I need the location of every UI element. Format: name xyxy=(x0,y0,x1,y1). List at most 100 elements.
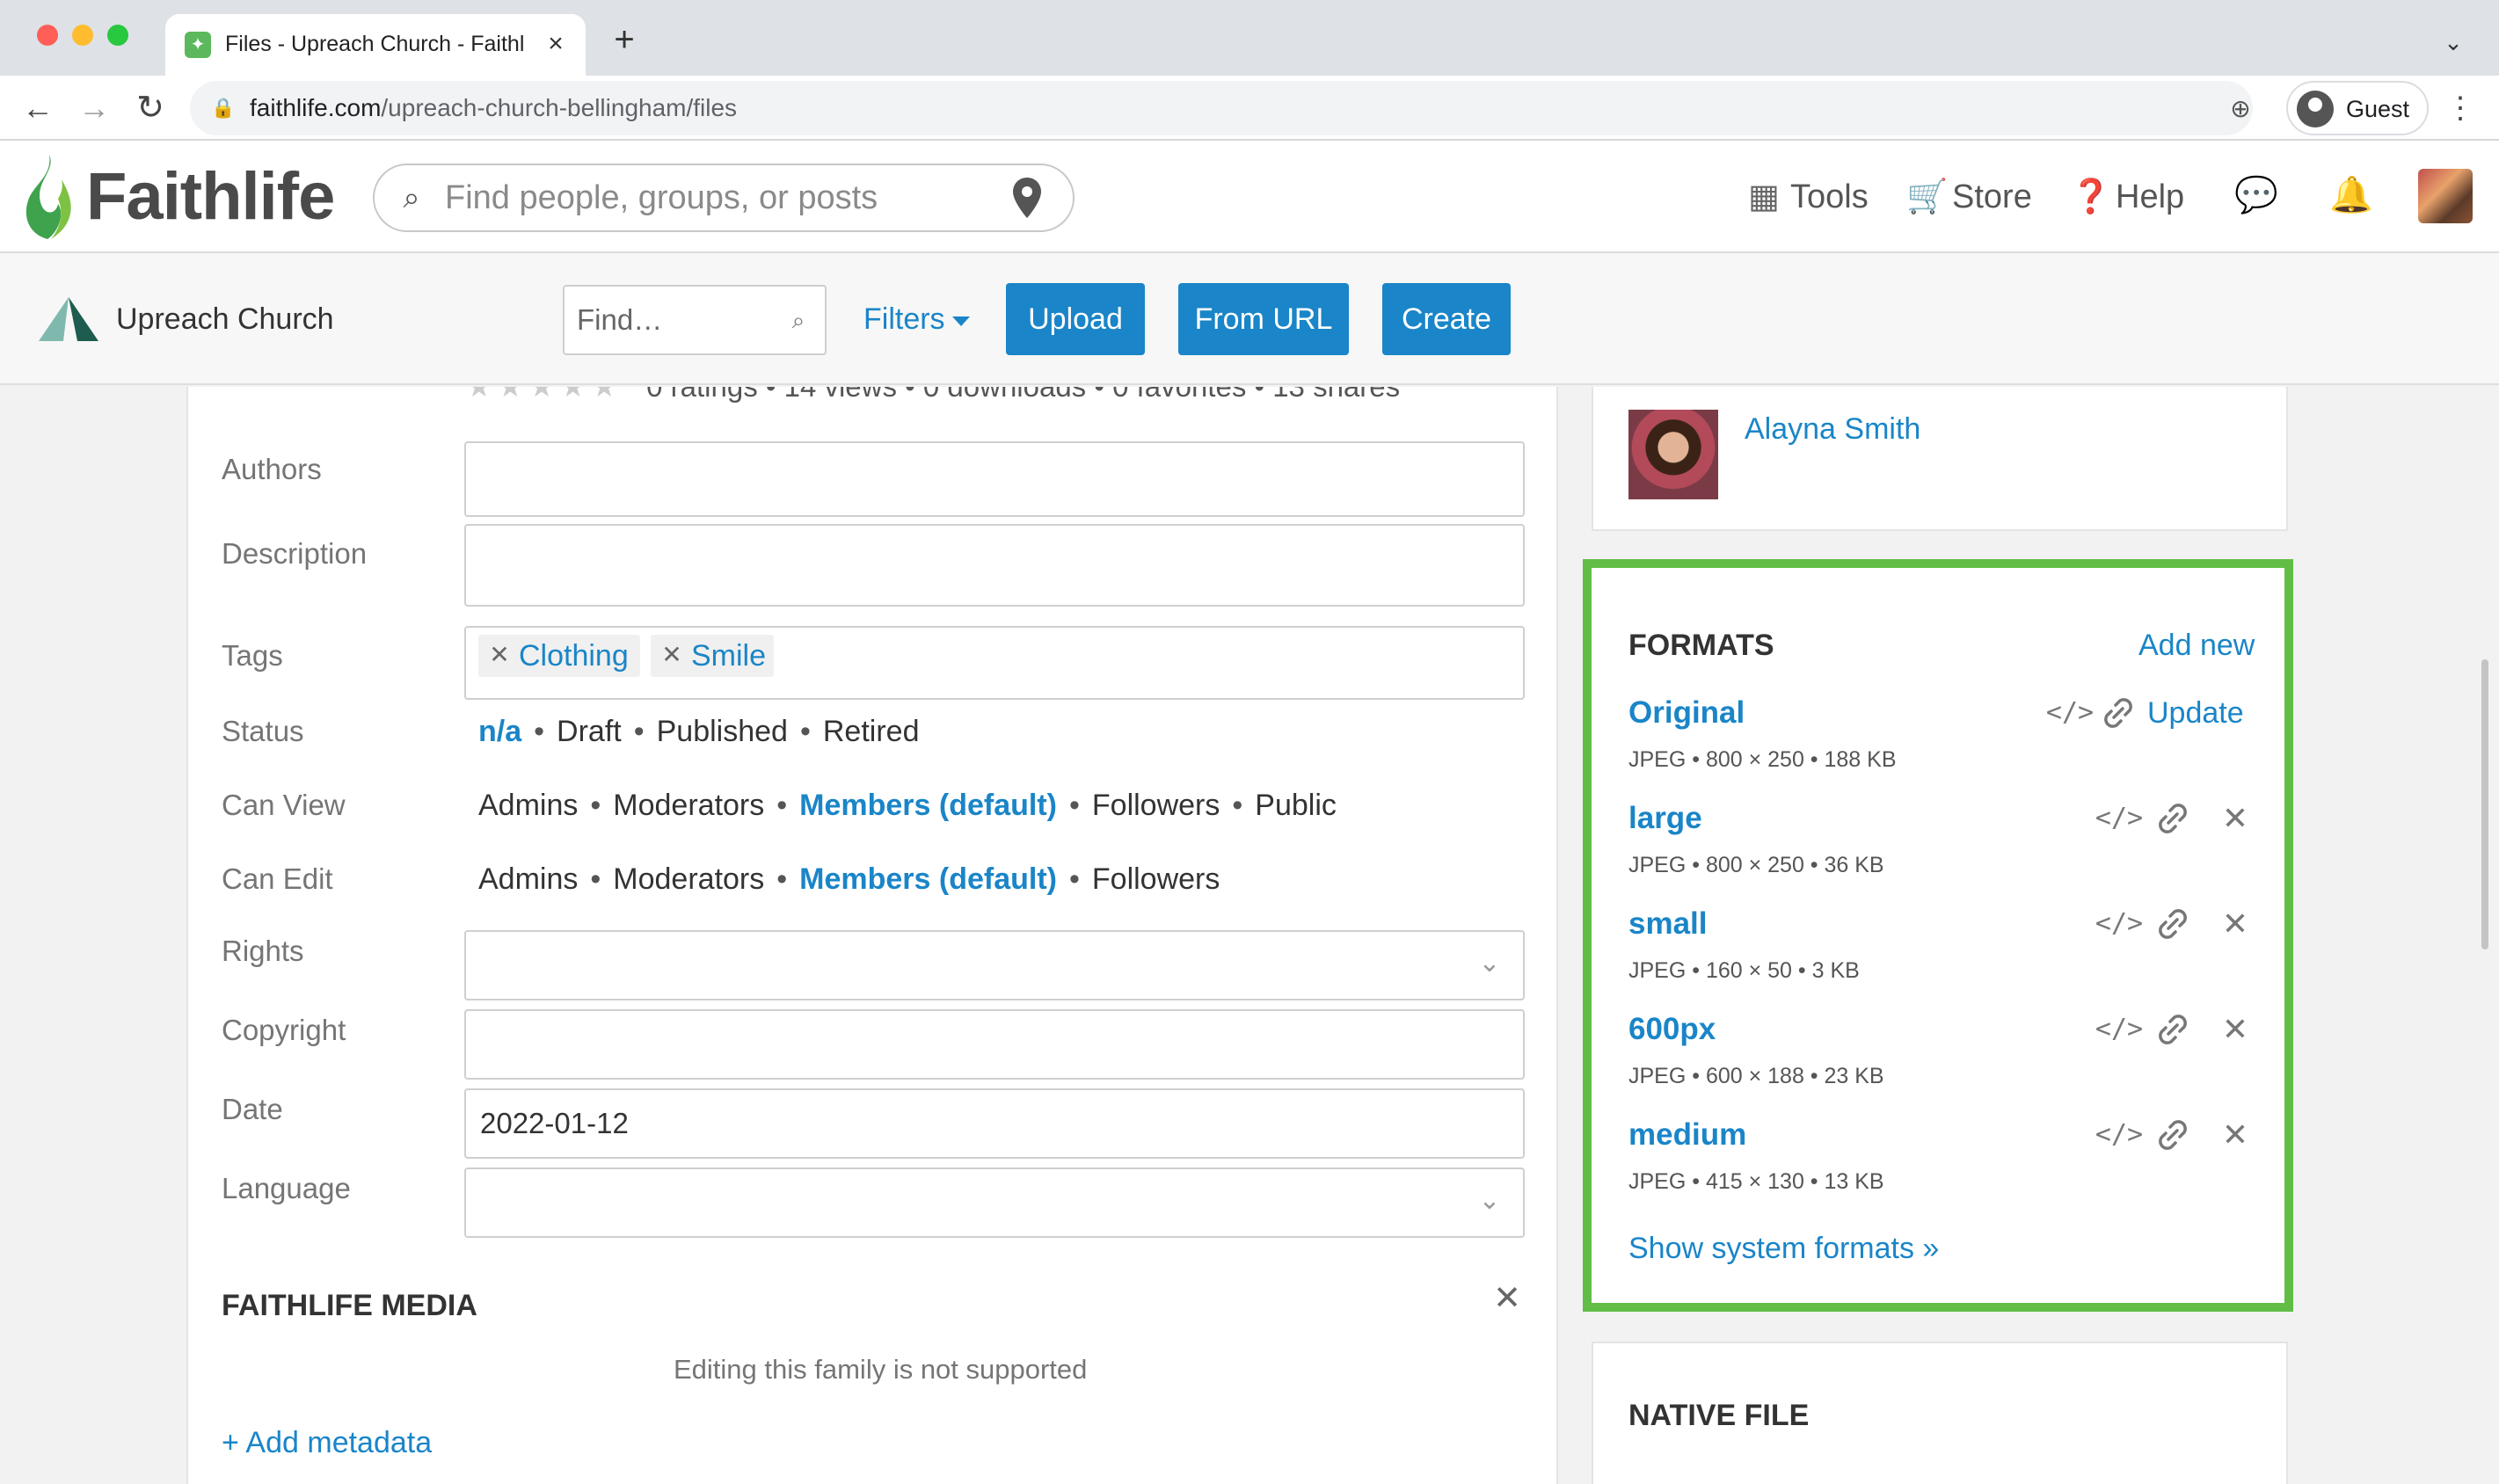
filters-dropdown[interactable]: Filters xyxy=(863,297,970,341)
chevron-down-icon[interactable]: ⌄ xyxy=(1472,946,1507,981)
faithlife-flame-logo-icon[interactable] xyxy=(23,153,77,241)
close-tab-icon[interactable]: × xyxy=(540,26,572,62)
star-icon[interactable]: ★ xyxy=(498,387,524,403)
star-icon[interactable]: ★ xyxy=(591,387,617,403)
global-search-box[interactable]: ⌕ xyxy=(373,164,1075,232)
profile-button[interactable]: Guest xyxy=(2286,81,2429,135)
copyright-field[interactable] xyxy=(464,1009,1525,1080)
remove-tag-icon[interactable]: ✕ xyxy=(659,635,684,677)
help-link[interactable]: ❓ Help xyxy=(2070,174,2184,220)
group-name[interactable]: Upreach Church xyxy=(116,297,334,341)
add-metadata-link[interactable]: + Add metadata xyxy=(222,1422,432,1463)
forward-arrow-icon[interactable]: → xyxy=(72,86,116,130)
url-text[interactable]: faithlife.com/upreach-church-bellingham/… xyxy=(250,90,737,127)
delete-format-icon[interactable]: ✕ xyxy=(2218,1113,2253,1157)
browser-tab[interactable]: ✦ Files - Upreach Church - Faithlife × xyxy=(165,14,586,76)
store-link[interactable]: 🛒 Store xyxy=(1906,174,2032,220)
can-edit-option[interactable]: Members (default) xyxy=(799,862,1057,896)
search-icon[interactable]: ⌕ xyxy=(781,302,816,338)
update-format-link[interactable]: Update xyxy=(2147,691,2244,735)
description-field[interactable] xyxy=(464,524,1525,607)
format-name-link[interactable]: 600px xyxy=(1628,1008,1716,1051)
address-bar[interactable]: 🔒 faithlife.com/upreach-church-bellingha… xyxy=(190,81,2253,135)
create-button[interactable]: Create xyxy=(1382,283,1511,355)
tag-chip[interactable]: ✕ Smile xyxy=(651,635,774,677)
back-arrow-icon[interactable]: ← xyxy=(16,86,60,130)
status-option[interactable]: Published xyxy=(657,715,788,748)
global-search-input[interactable] xyxy=(445,176,990,220)
faithlife-wordmark[interactable]: Faithlife xyxy=(86,153,335,241)
embed-code-icon[interactable]: </> xyxy=(2095,1113,2144,1157)
delete-format-icon[interactable]: ✕ xyxy=(2218,1008,2253,1051)
lock-icon[interactable]: 🔒 xyxy=(211,94,236,122)
tools-menu[interactable]: ▦ Tools xyxy=(1745,174,1869,220)
status-option[interactable]: n/a xyxy=(478,715,521,748)
user-avatar[interactable] xyxy=(2418,169,2473,223)
link-icon[interactable] xyxy=(2151,797,2195,840)
can-view-option[interactable]: Public xyxy=(1255,789,1337,822)
tags-field[interactable]: ✕ Clothing ✕ Smile xyxy=(464,626,1525,700)
upload-button[interactable]: Upload xyxy=(1006,283,1145,355)
find-input[interactable] xyxy=(577,299,770,341)
star-icon[interactable]: ★ xyxy=(560,387,586,403)
authors-field[interactable] xyxy=(464,441,1525,517)
can-edit-option[interactable]: Moderators xyxy=(613,862,764,896)
copyright-input[interactable] xyxy=(480,1011,1447,1078)
new-tab-icon[interactable]: + xyxy=(607,22,642,58)
upreach-logo-icon[interactable] xyxy=(37,295,100,343)
site-header: Faithlife ⌕ ▦ Tools 🛒Store ❓Help 💬 🔔 xyxy=(0,141,2499,253)
rights-select[interactable]: ⌄ xyxy=(464,930,1525,1000)
from-url-button[interactable]: From URL xyxy=(1178,283,1349,355)
add-new-format-link[interactable]: Add new xyxy=(2138,624,2255,666)
embed-code-icon[interactable]: </> xyxy=(2045,691,2095,735)
format-name-link[interactable]: Original xyxy=(1628,691,1745,735)
language-select[interactable]: ⌄ xyxy=(464,1168,1525,1238)
can-edit-option[interactable]: Followers xyxy=(1092,862,1220,896)
can-view-options: Admins • Moderators • Members (default) • Foll… xyxy=(478,789,1337,822)
find-box[interactable]: ⌕ xyxy=(563,285,827,355)
tab-search-chevron-icon[interactable]: ⌄ xyxy=(2436,25,2471,60)
format-name-link[interactable]: medium xyxy=(1628,1113,1746,1157)
can-view-option[interactable]: Followers xyxy=(1092,789,1220,822)
tag-chip[interactable]: ✕ Clothing xyxy=(478,635,640,677)
location-pin-icon[interactable] xyxy=(1009,176,1045,220)
bell-icon[interactable]: 🔔 xyxy=(2328,172,2374,218)
browser-menu-icon[interactable]: ⋮ xyxy=(2443,86,2478,130)
authors-input[interactable] xyxy=(480,443,1447,515)
zoom-icon[interactable]: ⊕ xyxy=(2221,90,2260,128)
format-name-link[interactable]: large xyxy=(1628,797,1702,840)
author-name-link[interactable]: Alayna Smith xyxy=(1745,408,1920,450)
delete-format-icon[interactable]: ✕ xyxy=(2218,902,2253,946)
chat-icon[interactable]: 💬 xyxy=(2233,172,2279,218)
can-view-option[interactable]: Moderators xyxy=(613,789,764,822)
remove-tag-icon[interactable]: ✕ xyxy=(487,635,512,677)
link-icon[interactable] xyxy=(2151,1113,2195,1157)
minimize-window-button[interactable] xyxy=(72,25,93,46)
chevron-down-icon[interactable]: ⌄ xyxy=(1472,1183,1507,1218)
close-window-button[interactable] xyxy=(37,25,58,46)
star-icon[interactable]: ★ xyxy=(528,387,555,403)
date-field[interactable] xyxy=(464,1088,1525,1159)
link-icon[interactable] xyxy=(2096,691,2140,735)
link-icon[interactable] xyxy=(2151,1008,2195,1051)
show-system-formats-link[interactable]: Show system formats » xyxy=(1628,1227,1939,1269)
reload-icon[interactable]: ↻ xyxy=(128,86,172,130)
can-view-option[interactable]: Admins xyxy=(478,789,578,822)
format-name-link[interactable]: small xyxy=(1628,902,1708,946)
link-icon[interactable] xyxy=(2151,902,2195,946)
author-avatar[interactable] xyxy=(1628,410,1718,499)
embed-code-icon[interactable]: </> xyxy=(2095,1008,2144,1051)
can-edit-option[interactable]: Admins xyxy=(478,862,578,896)
status-option[interactable]: Retired xyxy=(823,715,920,748)
embed-code-icon[interactable]: </> xyxy=(2095,797,2144,840)
status-option[interactable]: Draft xyxy=(557,715,622,748)
embed-code-icon[interactable]: </> xyxy=(2095,902,2144,946)
maximize-window-button[interactable] xyxy=(107,25,128,46)
page-scrollbar[interactable] xyxy=(2481,659,2488,949)
date-input[interactable] xyxy=(480,1090,1447,1157)
can-view-option[interactable]: Members (default) xyxy=(799,789,1057,822)
close-icon[interactable]: ✕ xyxy=(1490,1278,1525,1319)
delete-format-icon[interactable]: ✕ xyxy=(2218,797,2253,840)
description-input[interactable] xyxy=(480,526,1447,605)
star-icon[interactable]: ★ xyxy=(466,387,492,403)
